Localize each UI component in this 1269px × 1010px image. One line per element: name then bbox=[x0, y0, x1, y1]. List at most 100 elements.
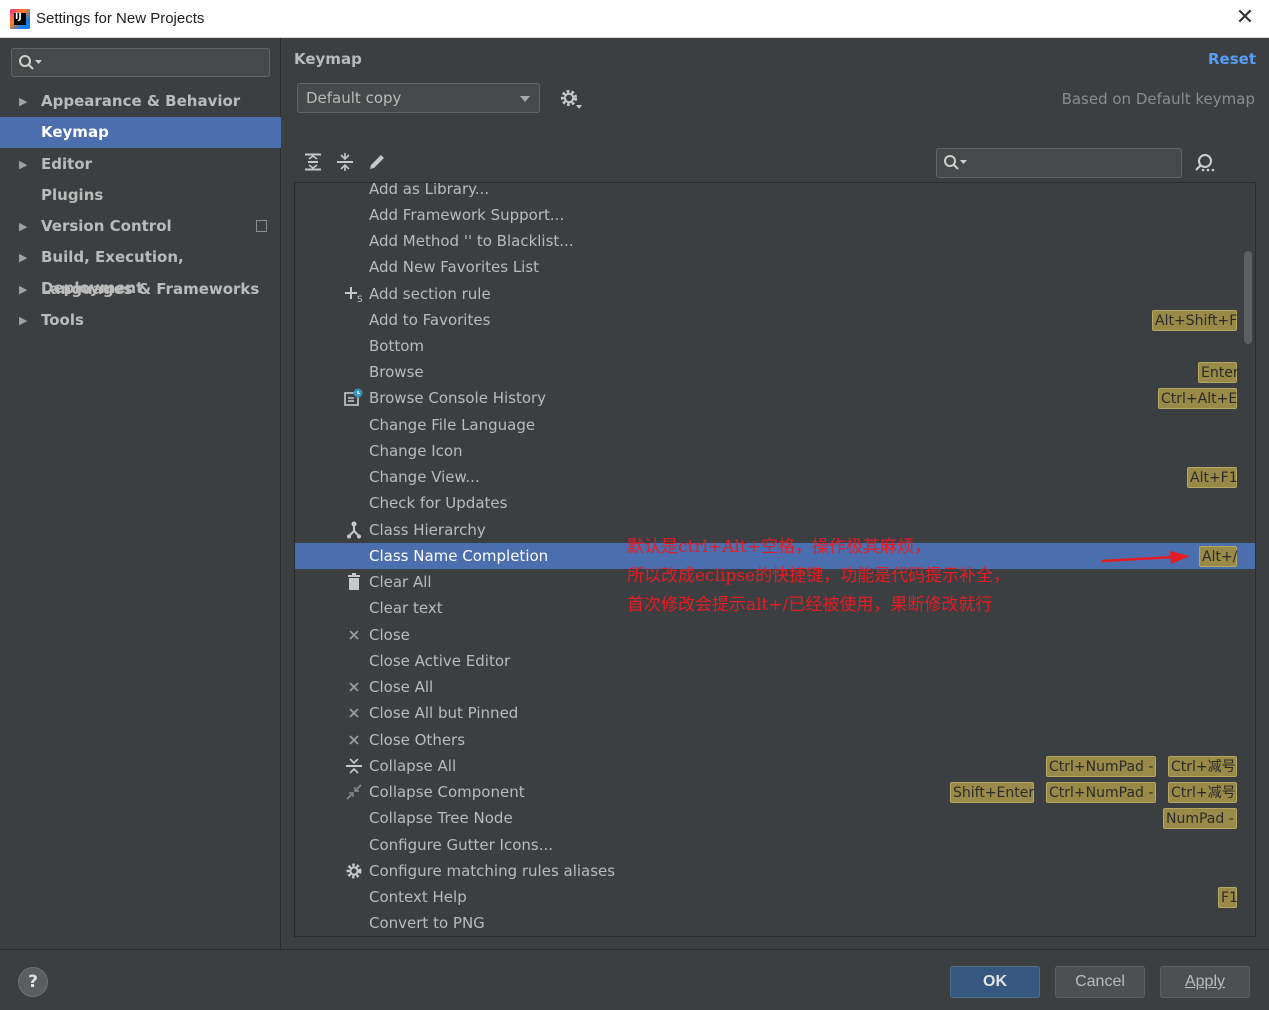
action-row[interactable]: Add to Favorites Alt+Shift+F bbox=[295, 307, 1255, 333]
collapse-all-icon[interactable] bbox=[336, 153, 354, 171]
action-row[interactable]: Close Others bbox=[295, 727, 1255, 753]
action-label: Add to Favorites bbox=[369, 311, 491, 329]
intellij-app-icon: IJ bbox=[10, 9, 30, 29]
action-row[interactable]: Close All but Pinned bbox=[295, 700, 1255, 726]
action-label: Configure Gutter Icons... bbox=[369, 836, 553, 854]
shortcut-list: Shift+Enter Ctrl+NumPad - Ctrl+减号 bbox=[938, 782, 1237, 803]
expand-all-icon[interactable] bbox=[304, 153, 322, 171]
apply-button[interactable]: Apply bbox=[1160, 966, 1250, 998]
gear-icon[interactable] bbox=[559, 88, 583, 112]
action-label: Change Icon bbox=[369, 442, 463, 460]
annotation-line: 所以改成eclipse的快捷键，功能是代码提示补全， bbox=[627, 566, 1011, 586]
shortcut-badge: NumPad - bbox=[1163, 808, 1237, 829]
action-label: Bottom bbox=[369, 337, 425, 355]
action-row[interactable]: Change View... Alt+F1 bbox=[295, 464, 1255, 490]
shortcut-badge: Alt+F1 bbox=[1187, 467, 1238, 488]
action-row[interactable]: Add New Favorites List bbox=[295, 254, 1255, 280]
action-label: Browse Console History bbox=[369, 389, 547, 407]
chevron-right-icon[interactable]: ▶ bbox=[19, 305, 27, 336]
action-row[interactable]: Collapse Component Shift+Enter Ctrl+NumPad… bbox=[295, 779, 1255, 805]
chevron-right-icon[interactable]: ▶ bbox=[19, 211, 27, 242]
action-row[interactable]: Add as Library... bbox=[295, 183, 1255, 202]
action-row[interactable]: Add Method '' to Blacklist... bbox=[295, 228, 1255, 254]
action-row[interactable]: Collapse Tree Node NumPad - bbox=[295, 805, 1255, 831]
action-row[interactable]: Collapse All Ctrl+NumPad - Ctrl+减号 bbox=[295, 753, 1255, 779]
action-label: Class Name Completion bbox=[369, 547, 549, 565]
sidebar-item-plugins[interactable]: Plugins bbox=[0, 180, 281, 211]
shortcut-list: NumPad - bbox=[1151, 808, 1237, 829]
sidebar-item-languages-frameworks[interactable]: ▶ Languages & Frameworks bbox=[0, 274, 281, 305]
action-label: Class Hierarchy bbox=[369, 521, 486, 539]
chevron-right-icon[interactable]: ▶ bbox=[19, 149, 27, 180]
action-row[interactable]: Change File Language bbox=[295, 412, 1255, 438]
cancel-button[interactable]: Cancel bbox=[1055, 966, 1145, 998]
action-row[interactable]: Close Active Editor bbox=[295, 648, 1255, 674]
action-label: Collapse Tree Node bbox=[369, 809, 513, 827]
keymap-select[interactable]: Default copy bbox=[297, 83, 540, 113]
close-icon bbox=[344, 700, 364, 726]
sidebar-item-keymap[interactable]: Keymap bbox=[0, 117, 281, 148]
action-label: Add New Favorites List bbox=[369, 258, 540, 276]
shortcut-badge: Ctrl+NumPad - bbox=[1046, 756, 1156, 777]
action-label: Convert to PNG bbox=[369, 914, 485, 932]
close-icon bbox=[344, 727, 364, 753]
annotation-line: 首次修改会提示alt+/已经被使用，果断修改就行 bbox=[627, 595, 993, 615]
shortcut-badge: F1 bbox=[1218, 887, 1238, 908]
action-row[interactable]: Bottom bbox=[295, 333, 1255, 359]
keymap-filter-input[interactable] bbox=[936, 148, 1182, 178]
shortcut-badge: Ctrl+Alt+E bbox=[1158, 388, 1237, 409]
close-window-button[interactable]: ✕ bbox=[1233, 6, 1257, 30]
window-title: Settings for New Projects bbox=[36, 10, 205, 27]
sidebar-item-label: Languages & Frameworks bbox=[41, 280, 260, 298]
shortcut-list: Alt+F1 bbox=[1175, 467, 1238, 488]
annotation-arrow-icon bbox=[1102, 551, 1190, 564]
action-row[interactable]: Check for Updates bbox=[295, 490, 1255, 516]
class-hierarchy-icon bbox=[344, 517, 364, 543]
action-row[interactable]: Close bbox=[295, 622, 1255, 648]
shortcut-badge: Shift+Enter bbox=[950, 782, 1034, 803]
action-row[interactable]: S Add section rule bbox=[295, 281, 1255, 307]
edit-pencil-icon[interactable] bbox=[368, 153, 386, 171]
sidebar-item-build-execution-deployment[interactable]: ▶ Build, Execution, Deployment bbox=[0, 242, 281, 297]
shortcut-list: Enter bbox=[1186, 362, 1239, 383]
shortcut-list: Alt+Shift+F bbox=[1140, 310, 1237, 331]
action-label: Close Others bbox=[369, 731, 466, 749]
sidebar-item-label: Editor bbox=[41, 155, 92, 173]
svg-text:S: S bbox=[357, 295, 363, 304]
add-section-rule-icon: S bbox=[344, 281, 364, 307]
action-row[interactable]: Browse Enter bbox=[295, 359, 1255, 385]
vertical-scrollbar[interactable] bbox=[1244, 251, 1252, 344]
settings-search-input[interactable] bbox=[11, 48, 270, 77]
shortcut-list: Ctrl+NumPad - Ctrl+减号 bbox=[1034, 756, 1237, 777]
action-row[interactable]: Browse Console History Ctrl+Alt+E bbox=[295, 385, 1255, 411]
project-scope-icon bbox=[256, 220, 267, 232]
chevron-right-icon[interactable]: ▶ bbox=[19, 242, 27, 273]
apply-button-label: Apply bbox=[1184, 973, 1226, 990]
collapse-all-icon bbox=[344, 753, 364, 779]
sidebar-item-tools[interactable]: ▶ Tools bbox=[0, 305, 281, 336]
sidebar-item-editor[interactable]: ▶ Editor bbox=[0, 149, 281, 180]
action-row[interactable]: Context Help F1 bbox=[295, 884, 1255, 910]
sidebar-item-appearance-behavior[interactable]: ▶ Appearance & Behavior bbox=[0, 86, 281, 117]
action-row[interactable]: Convert to PNG bbox=[295, 910, 1255, 936]
chevron-down-icon bbox=[520, 96, 530, 102]
help-button[interactable]: ? bbox=[18, 967, 48, 997]
shortcut-list: Ctrl+Alt+E bbox=[1146, 388, 1237, 409]
action-row[interactable]: Add Framework Support... bbox=[295, 202, 1255, 228]
action-row[interactable]: Configure matching rules aliases bbox=[295, 858, 1255, 884]
chevron-right-icon[interactable]: ▶ bbox=[19, 274, 27, 305]
action-row[interactable]: Change Icon bbox=[295, 438, 1255, 464]
reset-link[interactable]: Reset bbox=[1208, 50, 1256, 68]
action-label: Close All but Pinned bbox=[369, 704, 519, 722]
action-row[interactable]: Configure Gutter Icons... bbox=[295, 832, 1255, 858]
shortcut-badge: Ctrl+NumPad - bbox=[1046, 782, 1156, 803]
chevron-right-icon[interactable]: ▶ bbox=[19, 86, 27, 117]
find-by-shortcut-icon[interactable] bbox=[1194, 153, 1216, 173]
shortcut-badge: Ctrl+减号 bbox=[1168, 782, 1237, 803]
sidebar-item-label: Tools bbox=[41, 311, 84, 329]
ok-button[interactable]: OK bbox=[950, 966, 1040, 998]
action-row[interactable]: Close All bbox=[295, 674, 1255, 700]
annotation-line: 默认是ctrl+Alt+空格，操作极其麻烦， bbox=[627, 537, 931, 557]
sidebar-item-version-control[interactable]: ▶ Version Control bbox=[0, 211, 281, 242]
action-label: Close All bbox=[369, 678, 434, 696]
